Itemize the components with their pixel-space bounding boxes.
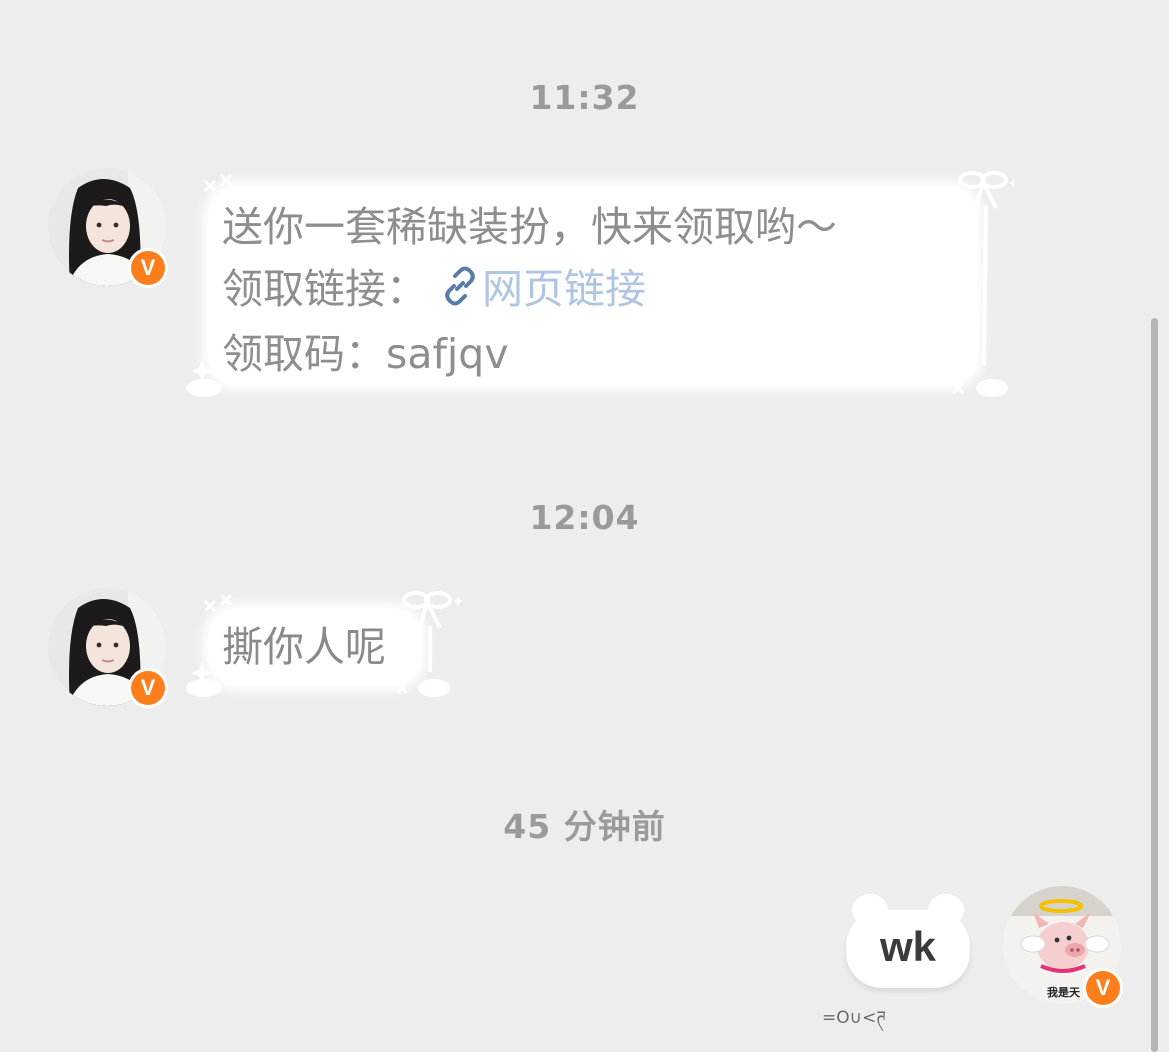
message-bubble-reply[interactable]: 撕你人呢 (208, 608, 422, 686)
verified-v-badge-icon: V (1083, 968, 1123, 1008)
message-bubble-gift[interactable]: 送你一套稀缺装扮，快来领取哟～ 领取链接： 网页链接 领取码：safjqv (208, 186, 978, 386)
web-link[interactable]: 网页链接 (482, 265, 646, 313)
sent-message-bubble[interactable]: wk (846, 910, 970, 988)
sender-avatar[interactable]: V (48, 168, 168, 288)
verified-v-badge-icon: V (128, 248, 168, 288)
link-label: 领取链接： (222, 265, 427, 313)
sent-message-text: wk (879, 923, 937, 970)
timestamp-1204: 12:04 (529, 498, 640, 537)
sent-bubble-decoration: =O∪<ཊ (822, 1008, 886, 1028)
my-avatar[interactable]: 我是天 V (1003, 886, 1123, 1008)
message-line-code: 领取码：safjqv (222, 330, 509, 378)
pig-avatar-caption: 我是天 (1047, 985, 1081, 999)
message-line-link: 领取链接： 网页链接 (222, 258, 978, 323)
timestamp-1132: 11:32 (529, 78, 640, 117)
verified-v-badge-icon: V (128, 668, 168, 708)
link-chain-icon[interactable] (440, 261, 480, 323)
message-line-reply: 撕你人呢 (222, 623, 386, 671)
chat-screen: 11:32 V 送你一套稀缺装扮，快来领取哟～ 领取链接： 网页链接 领取码：s… (0, 0, 1169, 1052)
sender-avatar[interactable]: V (48, 588, 168, 708)
message-line-gift-offer: 送你一套稀缺装扮，快来领取哟～ (222, 203, 837, 251)
chat-scrollbar[interactable] (1151, 318, 1158, 1052)
timestamp-45-min-ago: 45 分钟前 (503, 807, 666, 846)
